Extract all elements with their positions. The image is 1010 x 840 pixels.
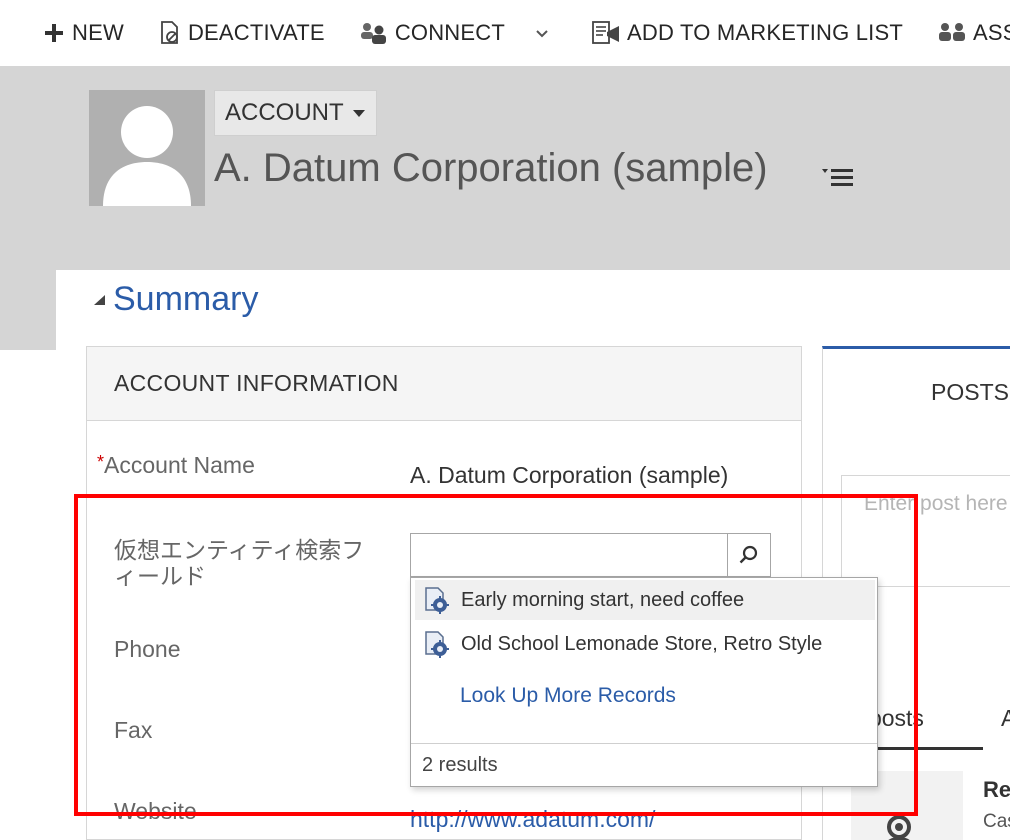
command-bar: NEW DEACTIVATE CONNECT ADD TO MARKETING … <box>0 0 1010 66</box>
list-menu-icon <box>822 169 853 186</box>
add-to-marketing-list-label: ADD TO MARKETING LIST <box>627 20 903 45</box>
more-connect-dropdown[interactable] <box>535 28 549 38</box>
lookup-result-label: Old School Lemonade Store, Retro Style <box>461 632 823 655</box>
add-to-marketing-list-button[interactable]: ADD TO MARKETING LIST <box>591 20 903 46</box>
post-input-box[interactable]: Enter post here <box>841 475 1010 587</box>
post-author[interactable]: Re <box>983 777 1010 803</box>
deactivate-button[interactable]: DEACTIVATE <box>158 20 325 46</box>
chevron-down-icon <box>536 30 548 38</box>
phone-label: Phone <box>114 636 181 662</box>
lookup-results-count: 2 results <box>411 743 877 787</box>
connect-icon <box>360 23 386 44</box>
virtual-entity-record-icon <box>425 587 449 614</box>
assign-button[interactable]: ASSIGN <box>937 20 1010 46</box>
lookup-result-label: Early morning start, need coffee <box>461 588 745 611</box>
caret-down-icon <box>352 110 365 117</box>
account-name-value[interactable]: A. Datum Corporation (sample) <box>410 462 728 489</box>
header-left-strip <box>0 270 56 350</box>
connect-button[interactable]: CONNECT <box>359 20 505 46</box>
post-placeholder: Enter post here <box>864 492 1008 515</box>
look-up-more-records-link[interactable]: Look Up More Records <box>460 684 676 708</box>
account-name-label-text: Account Name <box>104 452 255 478</box>
virtual-lookup-label: 仮想エンティティ検索フィールド <box>114 537 365 590</box>
deactivate-icon <box>161 21 178 44</box>
lookup-result-item[interactable]: Early morning start, need coffee <box>415 580 875 620</box>
website-label: Website <box>114 798 197 824</box>
required-marker: * <box>97 452 105 472</box>
account-avatar[interactable] <box>89 90 205 206</box>
tab-all-posts-underline <box>861 747 983 750</box>
connect-label: CONNECT <box>394 20 505 45</box>
lookup-result-item[interactable]: Old School Lemonade Store, Retro Style <box>415 624 875 664</box>
person-silhouette-icon <box>103 106 191 206</box>
account-information-header: ACCOUNT INFORMATION <box>87 347 801 421</box>
account-name-label: *Account Name <box>97 452 255 478</box>
summary-tab-title: Summary <box>113 280 259 318</box>
record-title: A. Datum Corporation (sample) <box>214 146 768 190</box>
entity-type-selector[interactable]: ACCOUNT <box>214 90 377 136</box>
collapse-triangle-icon <box>94 294 105 305</box>
deactivate-label: DEACTIVATE <box>187 20 325 45</box>
website-value[interactable]: http://www.adatum.com/ <box>410 806 655 833</box>
new-button[interactable]: NEW <box>42 20 124 46</box>
summary-tab-toggle[interactable]: Summary <box>91 280 258 319</box>
assign-icon <box>939 23 965 41</box>
posts-title: POSTS <box>931 379 1009 405</box>
virtual-entity-record-icon <box>425 631 449 658</box>
virtual-lookup-input[interactable] <box>410 533 728 577</box>
record-menu-button[interactable] <box>820 166 856 193</box>
website-link[interactable]: http://www.adatum.com/ <box>410 806 655 832</box>
fax-label: Fax <box>114 717 153 743</box>
tab-auto-posts[interactable]: A <box>1001 705 1010 732</box>
entity-type-label: ACCOUNT <box>225 99 344 126</box>
lookup-search-button[interactable] <box>727 533 771 577</box>
post-subtitle: Cas <box>983 811 1010 832</box>
search-icon <box>739 545 758 564</box>
assign-label: ASSIGN <box>973 20 1010 45</box>
marketing-list-icon <box>592 21 619 44</box>
lookup-results-flyout: Early morning start, need coffee Old Sch… <box>410 577 878 787</box>
plus-icon <box>45 24 63 42</box>
new-label: NEW <box>72 20 124 45</box>
